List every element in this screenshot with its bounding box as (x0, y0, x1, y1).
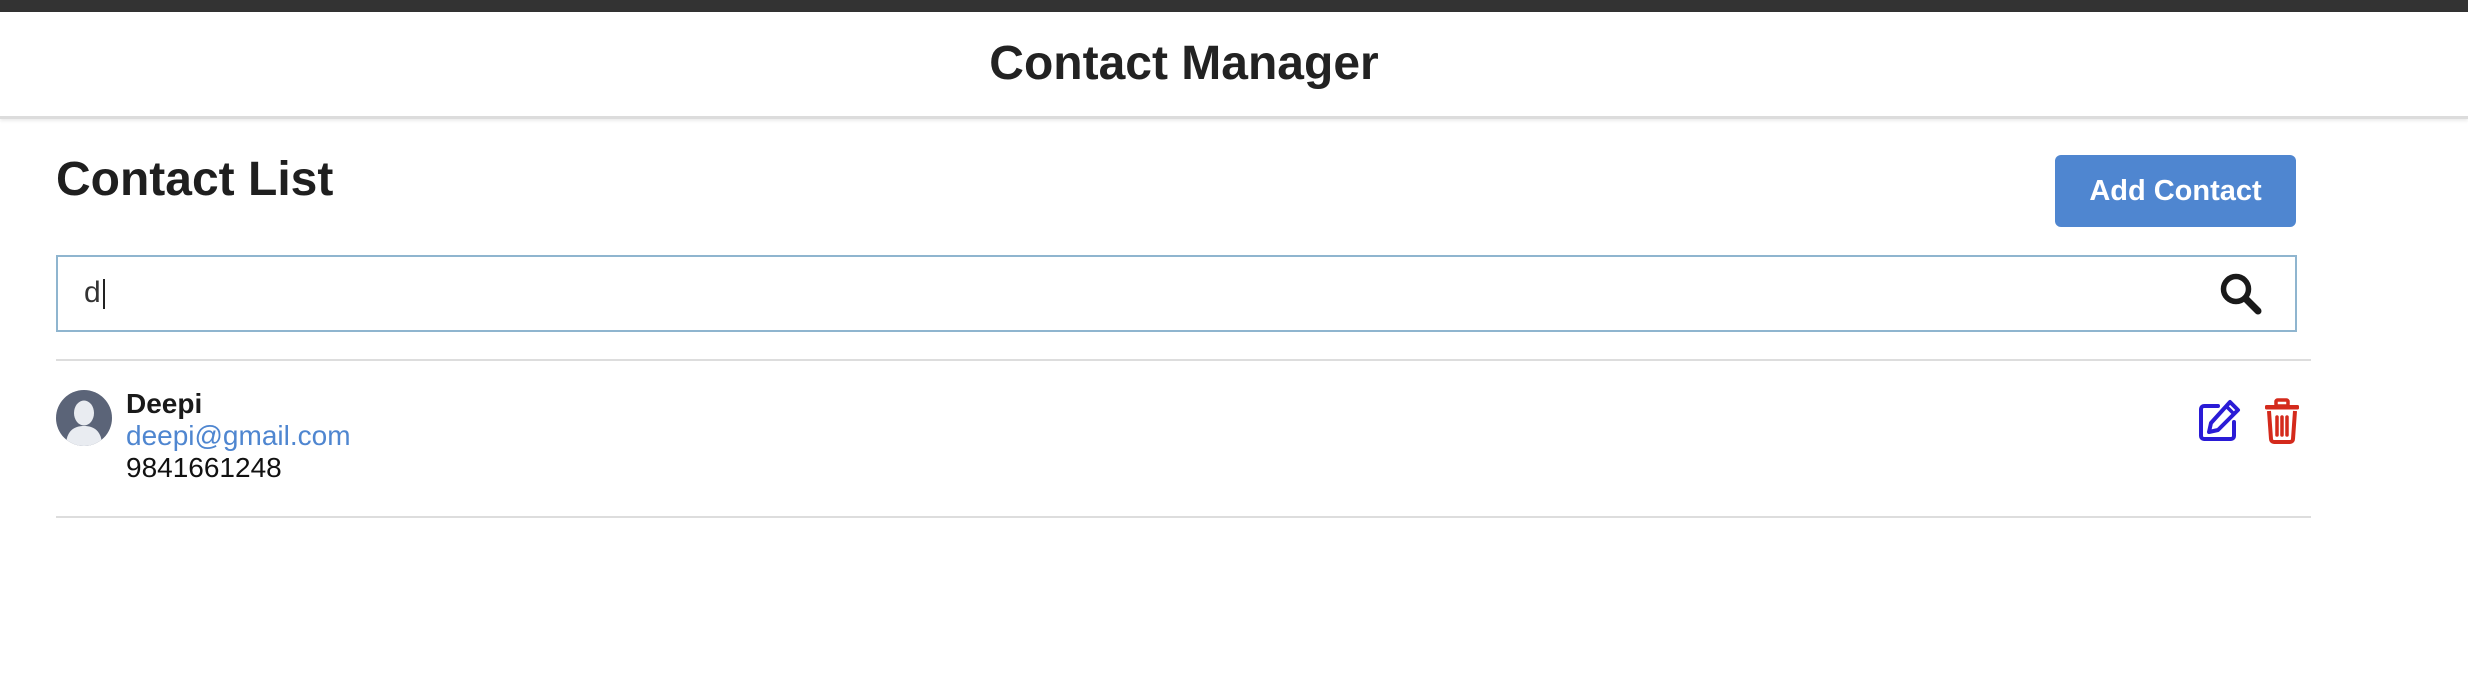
user-avatar-icon (56, 390, 112, 446)
search-input[interactable] (84, 270, 2164, 316)
page-title: Contact List (56, 153, 334, 206)
trash-icon[interactable] (2262, 398, 2302, 444)
add-contact-button[interactable]: Add Contact (2055, 155, 2296, 227)
app-header: Contact Manager (0, 12, 2468, 119)
list-divider-bottom (56, 516, 2311, 518)
window-top-strip (0, 0, 2468, 12)
search-box (56, 255, 2297, 332)
list-divider-top (56, 359, 2311, 361)
contact-name: Deepi (126, 388, 203, 419)
app-title: Contact Manager (989, 37, 1379, 90)
edit-icon[interactable] (2196, 398, 2242, 444)
contact-email[interactable]: deepi@gmail.com (126, 420, 351, 452)
text-cursor (103, 279, 105, 309)
search-icon[interactable] (2218, 271, 2264, 317)
contact-phone: 9841661248 (126, 452, 282, 483)
contact-list-item: Deepi deepi@gmail.com 9841661248 (56, 362, 2311, 516)
